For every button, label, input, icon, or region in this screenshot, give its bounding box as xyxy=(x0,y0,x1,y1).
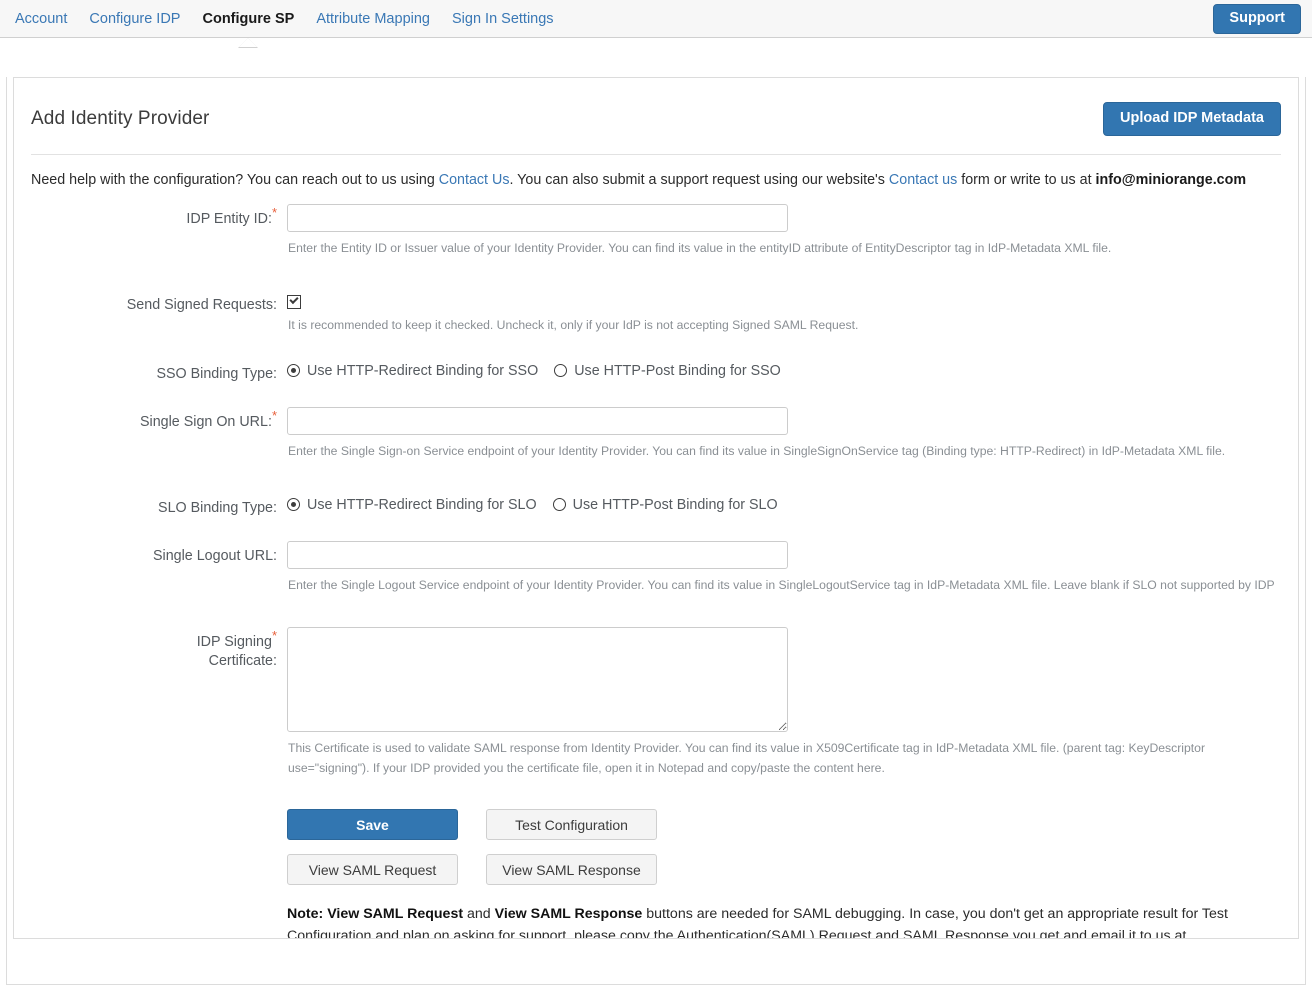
support-button[interactable]: Support xyxy=(1213,4,1301,34)
sso-binding-radio-group: Use HTTP-Redirect Binding for SSO Use HT… xyxy=(287,359,1281,379)
sso-binding-post-label: Use HTTP-Post Binding for SSO xyxy=(574,362,781,379)
field-row-single-sign-on-url: Single Sign On URL:* Enter the Single Si… xyxy=(31,407,1281,462)
slo-binding-redirect-label: Use HTTP-Redirect Binding for SLO xyxy=(307,496,537,513)
slo-binding-post-option[interactable]: Use HTTP-Post Binding for SLO xyxy=(552,496,778,513)
label-single-logout-url: Single Logout URL: xyxy=(153,548,277,565)
header-divider xyxy=(31,153,1281,155)
help-text-part2: . You can also submit a support request … xyxy=(509,171,889,188)
control-slo-binding-type: Use HTTP-Redirect Binding for SLO Use HT… xyxy=(287,493,1281,513)
action-buttons-label-spacer xyxy=(31,809,287,815)
saml-debug-action-row: View SAML Request View SAML Response xyxy=(287,854,1281,886)
contact-us-link-2[interactable]: Contact us xyxy=(889,172,957,188)
single-logout-url-input[interactable] xyxy=(287,541,788,570)
sso-binding-redirect-option[interactable]: Use HTTP-Redirect Binding for SSO xyxy=(287,363,538,379)
help-text: Need help with the configuration? You ca… xyxy=(31,170,1281,205)
required-asterisk-sso-url: * xyxy=(271,408,277,424)
control-idp-signing-certificate: This Certificate is used to validate SAM… xyxy=(287,626,1281,779)
control-sso-binding-type: Use HTTP-Redirect Binding for SSO Use HT… xyxy=(287,359,1281,379)
radio-icon-sso-post[interactable] xyxy=(554,364,568,378)
control-single-sign-on-url: Enter the Single Sign-on Service endpoin… xyxy=(287,407,1281,462)
sso-binding-post-option[interactable]: Use HTTP-Post Binding for SSO xyxy=(554,363,781,379)
hint-idp-entity-id: Enter the Entity ID or Issuer value of y… xyxy=(288,241,1112,256)
saml-debug-note: Note: View SAML Request and View SAML Re… xyxy=(287,885,1277,938)
idp-signing-certificate-textarea[interactable] xyxy=(287,626,788,732)
slo-binding-post-label: Use HTTP-Post Binding for SLO xyxy=(572,496,778,513)
field-row-idp-signing-certificate: IDP Signing* Certificate: This Certificat… xyxy=(31,626,1281,779)
sso-binding-redirect-label: Use HTTP-Redirect Binding for SSO xyxy=(307,362,539,379)
save-button[interactable]: Save xyxy=(287,809,458,841)
required-asterisk-certificate: * xyxy=(271,628,277,644)
page-title: Add Identity Provider xyxy=(31,107,210,129)
tab-configure-sp[interactable]: Configure SP xyxy=(191,0,305,48)
tab-attribute-mapping[interactable]: Attribute Mapping xyxy=(305,0,441,38)
label-idp-entity-id-text: IDP Entity ID: xyxy=(186,211,272,228)
label-idp-signing-certificate: IDP Signing* Certificate: xyxy=(31,627,287,672)
hint-send-signed-requests: It is recommended to keep it checked. Un… xyxy=(288,317,859,332)
label-idp-entity-id: IDP Entity ID:* xyxy=(31,204,287,229)
field-row-slo-binding-type: SLO Binding Type: Use HTTP-Redirect Bind… xyxy=(31,493,1281,518)
radio-icon-slo-redirect[interactable] xyxy=(287,498,300,512)
single-sign-on-url-input[interactable] xyxy=(287,407,788,436)
idp-entity-id-input[interactable] xyxy=(287,204,788,233)
send-signed-requests-checkbox[interactable] xyxy=(287,294,301,309)
top-tab-bar: Account Configure IDP Configure SP Attri… xyxy=(0,0,1312,48)
note-bold-2: View SAML Response xyxy=(494,906,643,923)
panel-header: Add Identity Provider Upload IDP Metadat… xyxy=(31,78,1281,154)
label-send-signed-requests: Send Signed Requests: xyxy=(126,296,277,313)
slo-binding-redirect-option[interactable]: Use HTTP-Redirect Binding for SLO xyxy=(287,497,537,513)
label-slo-binding-type: SLO Binding Type: xyxy=(158,499,277,516)
field-row-idp-entity-id: IDP Entity ID:* Enter the Entity ID or I… xyxy=(31,204,1281,259)
tab-account[interactable]: Account xyxy=(4,0,78,38)
primary-action-row: Save Test Configuration xyxy=(287,809,1281,841)
radio-icon-slo-post[interactable] xyxy=(552,498,566,512)
label-certificate-line2: Certificate: xyxy=(208,653,277,670)
contact-us-link-1[interactable]: Contact Us xyxy=(439,172,510,188)
tab-sign-in-settings[interactable]: Sign In Settings xyxy=(441,0,565,38)
control-send-signed-requests: It is recommended to keep it checked. Un… xyxy=(287,290,1281,336)
view-saml-response-button[interactable]: View SAML Response xyxy=(486,854,657,886)
test-configuration-button[interactable]: Test Configuration xyxy=(486,809,657,841)
field-row-send-signed-requests: Send Signed Requests: It is recommended … xyxy=(31,290,1281,336)
label-single-sign-on-url: Single Sign On URL:* xyxy=(31,407,287,432)
page-container: Add Identity Provider Upload IDP Metadat… xyxy=(6,77,1306,985)
idp-configuration-form: IDP Entity ID:* Enter the Entity ID or I… xyxy=(31,204,1281,938)
radio-icon-sso-redirect[interactable] xyxy=(287,364,300,378)
label-single-sign-on-url-text: Single Sign On URL: xyxy=(140,414,272,431)
field-row-single-logout-url: Single Logout URL: Enter the Single Logo… xyxy=(31,541,1281,596)
tab-configure-idp[interactable]: Configure IDP xyxy=(78,0,191,38)
help-text-part3: form or write to us at xyxy=(957,171,1096,188)
view-saml-request-button[interactable]: View SAML Request xyxy=(287,854,458,886)
note-text-1: and xyxy=(463,906,495,923)
note-bold-1: Note: View SAML Request xyxy=(287,906,464,923)
slo-binding-radio-group: Use HTTP-Redirect Binding for SLO Use HT… xyxy=(287,493,1281,513)
action-buttons-column: Save Test Configuration View SAML Reques… xyxy=(287,809,1281,938)
action-buttons-section: Save Test Configuration View SAML Reques… xyxy=(31,809,1281,938)
control-single-logout-url: Enter the Single Logout Service endpoint… xyxy=(287,541,1281,596)
upload-idp-metadata-button[interactable]: Upload IDP Metadata xyxy=(1103,102,1281,136)
required-asterisk-idp-entity-id: * xyxy=(271,205,277,221)
hint-single-sign-on-url: Enter the Single Sign-on Service endpoin… xyxy=(288,444,1226,459)
support-email: info@miniorange.com xyxy=(1095,171,1247,188)
label-sso-binding-type: SSO Binding Type: xyxy=(156,365,277,382)
add-identity-provider-panel: Add Identity Provider Upload IDP Metadat… xyxy=(13,77,1299,939)
hint-idp-signing-certificate: This Certificate is used to validate SAM… xyxy=(288,740,1205,775)
field-row-sso-binding-type: SSO Binding Type: Use HTTP-Redirect Bind… xyxy=(31,359,1281,384)
label-certificate-line1: IDP Signing xyxy=(196,633,272,650)
hint-single-logout-url: Enter the Single Logout Service endpoint… xyxy=(288,578,1275,593)
control-idp-entity-id: Enter the Entity ID or Issuer value of y… xyxy=(287,204,1281,259)
help-text-part1: Need help with the configuration? You ca… xyxy=(31,171,439,188)
